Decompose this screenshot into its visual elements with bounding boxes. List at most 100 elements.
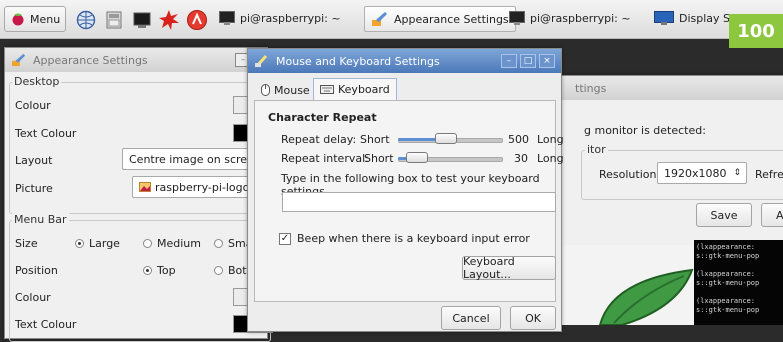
tab-mouse[interactable]: Mouse bbox=[254, 79, 317, 101]
text-colour-label: Text Colour bbox=[15, 127, 77, 140]
size-large-radio[interactable]: Large bbox=[75, 237, 120, 250]
menubar-group-title: Menu Bar bbox=[12, 213, 69, 226]
checkbox-checked-icon: ✓ bbox=[279, 232, 291, 245]
layout-value: Centre image on screen bbox=[129, 152, 261, 166]
page-number-badge: 100 bbox=[729, 14, 783, 48]
terminal-icon bbox=[219, 11, 235, 25]
mouse-icon bbox=[261, 84, 270, 96]
repeat-delay-long: Long bbox=[537, 133, 564, 146]
ok-button[interactable]: OK bbox=[510, 306, 556, 330]
close-button[interactable]: × bbox=[539, 54, 555, 68]
repeat-delay-slider[interactable] bbox=[398, 130, 503, 148]
terminal-line: (lxappearance: bbox=[696, 297, 756, 305]
repeat-interval-long: Long bbox=[537, 152, 564, 165]
tab-keyboard[interactable]: Keyboard bbox=[313, 78, 397, 100]
window-controls: – □ × bbox=[501, 54, 555, 68]
resolution-select[interactable]: 1920x1080 ⇕ bbox=[657, 162, 747, 184]
appearance-settings-window: Appearance Settings – Desktop Colour Tex… bbox=[4, 47, 273, 342]
radio-selected-icon bbox=[143, 266, 152, 275]
file-manager-icon[interactable] bbox=[104, 10, 124, 30]
wolfram-icon[interactable] bbox=[186, 9, 208, 31]
keyboard-dialog-titlebar: Mouse and Keyboard Settings – □ × bbox=[248, 49, 561, 73]
beep-label: Beep when there is a keyboard input erro… bbox=[297, 232, 530, 245]
keyboard-layout-button[interactable]: Keyboard Layout... bbox=[462, 255, 556, 281]
repeat-delay-short: Short bbox=[360, 133, 390, 146]
radio-label: Top bbox=[157, 264, 176, 277]
repeat-delay-value: 500 bbox=[508, 133, 529, 146]
image-file-icon bbox=[139, 182, 151, 192]
window-title: Appearance Settings bbox=[33, 53, 148, 67]
spin-arrows-icon: ⇕ bbox=[733, 168, 741, 178]
terminal-icon[interactable] bbox=[132, 10, 152, 30]
window-title: Mouse and Keyboard Settings bbox=[276, 54, 440, 68]
colour-label: Colour bbox=[15, 99, 51, 112]
taskbar-task-appearance[interactable]: Appearance Settings bbox=[364, 6, 516, 32]
character-repeat-title: Character Repeat bbox=[268, 111, 377, 124]
picture-label: Picture bbox=[15, 182, 53, 195]
repeat-interval-short: Short bbox=[364, 152, 394, 165]
web-browser-icon[interactable] bbox=[76, 10, 96, 30]
refresh-label: Refres bbox=[755, 168, 783, 181]
menu-colour-label: Colour bbox=[15, 291, 51, 304]
minimize-button[interactable]: – bbox=[501, 54, 517, 68]
position-top-radio[interactable]: Top bbox=[143, 264, 176, 277]
size-medium-radio[interactable]: Medium bbox=[143, 237, 201, 250]
radio-icon bbox=[214, 239, 223, 248]
size-label: Size bbox=[15, 237, 38, 250]
layout-label: Layout bbox=[15, 154, 53, 167]
slider-thumb[interactable] bbox=[406, 152, 428, 163]
appearance-titlebar: Appearance Settings – bbox=[5, 48, 267, 72]
position-label: Position bbox=[15, 264, 58, 277]
radio-icon bbox=[214, 266, 223, 275]
terminal-window: (lxappearance: s::gtk-menu-pop (lxappear… bbox=[694, 240, 783, 325]
tab-label: Mouse bbox=[274, 83, 310, 97]
resolution-value: 1920x1080 bbox=[664, 166, 727, 180]
repeat-interval-slider[interactable] bbox=[398, 149, 503, 167]
taskbar-task-terminal-1[interactable]: pi@raspberrypi: ~ bbox=[213, 6, 347, 30]
taskbar-task-terminal-2[interactable]: pi@raspberrypi: ~ bbox=[503, 6, 637, 30]
repeat-interval-value: 30 bbox=[514, 152, 528, 165]
appearance-icon bbox=[12, 53, 26, 67]
terminal-line: (lxappearance: bbox=[696, 243, 756, 251]
tab-label: Keyboard bbox=[338, 83, 390, 96]
terminal-line: s::gtk-menu-pop bbox=[696, 279, 760, 287]
taskbar: Menu pi@raspberrypi: ~ Appearance Settin… bbox=[0, 0, 783, 39]
window-title: ttings bbox=[575, 81, 607, 95]
position-bottom-radio[interactable]: Bott bbox=[214, 264, 251, 277]
taskbar-task-label: pi@raspberrypi: ~ bbox=[240, 11, 341, 25]
slider-thumb[interactable] bbox=[435, 133, 457, 144]
maximize-button[interactable]: □ bbox=[520, 54, 536, 68]
raspberry-icon bbox=[12, 13, 24, 26]
mouse-keyboard-icon bbox=[255, 54, 268, 68]
radio-label: Medium bbox=[157, 237, 201, 250]
display-icon bbox=[654, 11, 674, 25]
menu-button[interactable]: Menu bbox=[4, 6, 67, 32]
display-titlebar: ttings bbox=[541, 76, 783, 100]
display-settings-window: ttings g monitor is detected: itor Resol… bbox=[540, 75, 783, 247]
menu-label: Menu bbox=[30, 12, 61, 26]
monitor-group-title: itor bbox=[585, 143, 608, 156]
repeat-delay-label: Repeat delay: bbox=[281, 133, 357, 146]
radio-icon bbox=[143, 239, 152, 248]
monitor-detected-text: g monitor is detected: bbox=[584, 124, 706, 137]
keyboard-test-input[interactable] bbox=[282, 192, 556, 212]
math-app-icon[interactable] bbox=[158, 9, 180, 31]
terminal-line: s::gtk-menu-pop bbox=[696, 306, 760, 314]
beep-checkbox[interactable]: ✓ Beep when there is a keyboard input er… bbox=[279, 232, 530, 245]
radio-selected-icon bbox=[75, 239, 84, 248]
raspberry-leaf-icon bbox=[598, 268, 694, 325]
taskbar-task-label: pi@raspberrypi: ~ bbox=[530, 11, 631, 25]
appearance-icon bbox=[372, 12, 387, 26]
apply-button[interactable]: A bbox=[761, 203, 783, 227]
desktop-group-title: Desktop bbox=[12, 75, 62, 88]
radio-label: Large bbox=[89, 237, 120, 250]
repeat-interval-label: Repeat interval: bbox=[281, 152, 369, 165]
resolution-label: Resolution: bbox=[599, 168, 661, 181]
cancel-button[interactable]: Cancel bbox=[441, 306, 501, 330]
keyboard-icon bbox=[320, 85, 334, 94]
terminal-icon bbox=[509, 11, 525, 25]
terminal-line: (lxappearance: bbox=[696, 270, 756, 278]
save-button[interactable]: Save bbox=[696, 203, 752, 227]
